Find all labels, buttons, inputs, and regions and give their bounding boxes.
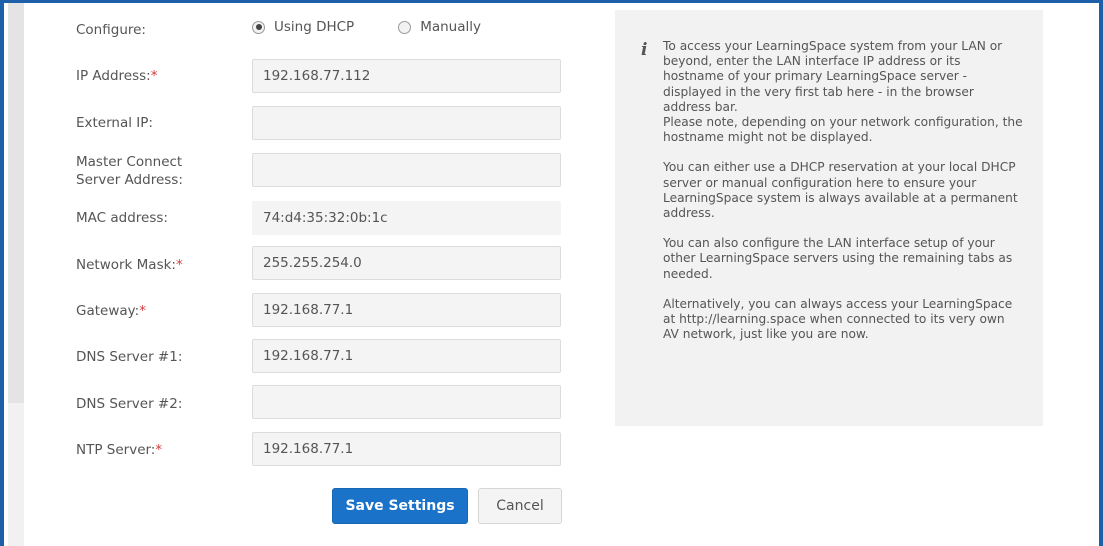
info-paragraph-3: You can either use a DHCP reservation at… — [663, 160, 1018, 221]
info-paragraph-5: Alternatively, you can always access you… — [663, 296, 1013, 342]
radio-manually-indicator[interactable] — [398, 20, 412, 34]
radio-using-dhcp[interactable]: Using DHCP — [252, 19, 354, 35]
mac-address-value: 74:d4:35:32:0b:1c — [252, 201, 561, 235]
ip-address-input[interactable] — [252, 59, 561, 93]
window-frame-top — [0, 0, 1103, 3]
required-marker: * — [155, 442, 163, 458]
info-panel: i To access your LearningSpace system fr… — [615, 10, 1043, 426]
info-paragraph-1: To access your LearningSpace system from… — [663, 39, 1003, 114]
ntp-input[interactable] — [252, 432, 561, 466]
info-text: To access your LearningSpace system from… — [663, 39, 1023, 357]
configure-label: Configure: — [76, 22, 146, 38]
dns2-label: DNS Server #2: — [76, 396, 183, 412]
external-ip-label: External IP: — [76, 115, 153, 131]
dns1-input[interactable] — [252, 339, 561, 373]
cancel-button[interactable]: Cancel — [478, 488, 562, 524]
info-paragraph-4: You can also configure the LAN interface… — [663, 236, 1013, 281]
sidebar-scroll-thumb[interactable] — [8, 3, 24, 403]
gateway-input[interactable] — [252, 293, 561, 327]
dns2-input[interactable] — [252, 385, 561, 419]
ip-address-label: IP Address:* — [76, 68, 158, 84]
gateway-label: Gateway:* — [76, 303, 146, 319]
radio-manually[interactable]: Manually — [398, 19, 481, 35]
ntp-label: NTP Server:* — [76, 442, 163, 458]
required-marker: * — [139, 303, 146, 319]
required-marker: * — [175, 257, 183, 273]
master-connect-input[interactable] — [252, 153, 561, 187]
info-paragraph-2: Please note, depending on your network c… — [663, 115, 1023, 145]
dns1-label: DNS Server #1: — [76, 349, 183, 365]
mac-address-label: MAC address: — [76, 210, 168, 226]
configure-radio-group: Using DHCP Manually — [252, 19, 481, 35]
master-connect-label-line1: Master Connect — [76, 154, 183, 170]
save-settings-button[interactable]: Save Settings — [332, 488, 468, 524]
master-connect-label-line2: Server Address: — [76, 172, 183, 188]
network-mask-input[interactable] — [252, 246, 561, 280]
required-marker: * — [150, 68, 158, 84]
window-frame-right — [1099, 0, 1103, 546]
radio-dhcp-indicator[interactable] — [252, 20, 265, 34]
network-mask-label: Network Mask:* — [76, 257, 183, 273]
radio-dhcp-label: Using DHCP — [274, 19, 355, 35]
info-icon: i — [641, 40, 648, 60]
radio-manually-label: Manually — [420, 19, 481, 35]
window-frame-left — [0, 0, 4, 546]
master-connect-label: Master Connect Server Address: — [76, 153, 183, 189]
external-ip-input[interactable] — [252, 106, 561, 140]
